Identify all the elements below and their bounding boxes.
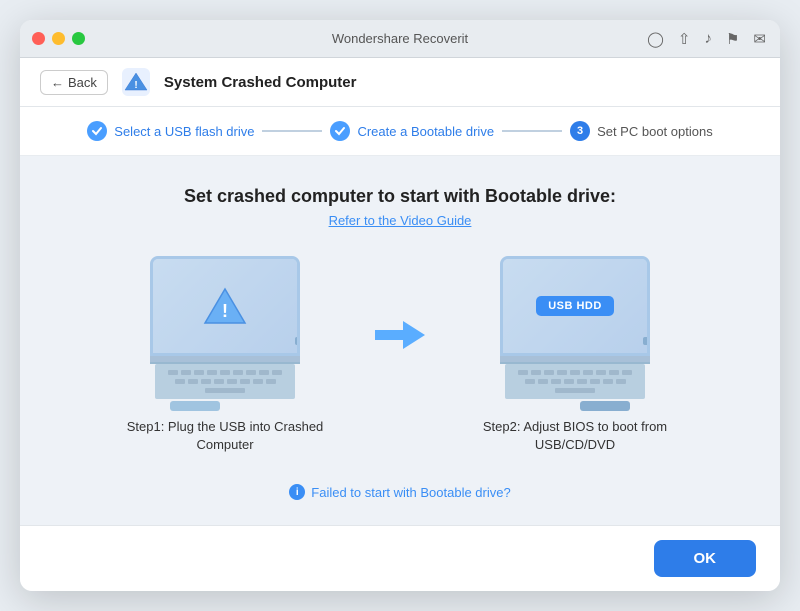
- warning-triangle-icon: !: [203, 287, 247, 325]
- step1-block: !: [115, 256, 335, 454]
- step-3-check: 3: [570, 121, 590, 141]
- step1-caption: Step1: Plug the USB into Crashed Compute…: [115, 418, 335, 454]
- ok-button[interactable]: OK: [654, 540, 757, 577]
- info-icon: i: [289, 484, 305, 500]
- minimize-button[interactable]: [52, 32, 65, 45]
- laptop-2-screen: USB HDD: [500, 256, 650, 356]
- back-button[interactable]: ← Back: [40, 70, 108, 95]
- arrow-connector: [375, 317, 425, 353]
- system-crashed-icon: !: [122, 68, 150, 96]
- step-2-label: Create a Bootable drive: [357, 124, 494, 139]
- check-icon: [91, 125, 103, 137]
- laptop-2-keyboard: [505, 364, 645, 399]
- header-bar: ← Back ! System Crashed Computer: [20, 58, 780, 107]
- headset-icon[interactable]: ♪: [704, 30, 712, 47]
- title-bar-icons: ◯ ⇧ ♪ ⚑ ✉: [647, 30, 766, 48]
- shield-icon[interactable]: ⚑: [726, 30, 739, 48]
- step2-block: USB HDD: [465, 256, 685, 454]
- failed-link-label: Failed to start with Bootable drive?: [311, 485, 510, 500]
- svg-text:!: !: [222, 301, 228, 321]
- step-line-2: [502, 130, 562, 132]
- svg-text:!: !: [134, 80, 137, 91]
- laptop-1-illustration: !: [135, 256, 315, 406]
- failed-link[interactable]: i Failed to start with Bootable drive?: [289, 484, 510, 500]
- steps-illustration: !: [60, 256, 740, 454]
- steps-bar: Select a USB flash drive Create a Bootab…: [20, 107, 780, 156]
- content-area: Set crashed computer to start with Boota…: [20, 156, 780, 525]
- check-icon-2: [334, 125, 346, 137]
- title-bar: Wondershare Recoverit ◯ ⇧ ♪ ⚑ ✉: [20, 20, 780, 58]
- step2-caption: Step2: Adjust BIOS to boot from USB/CD/D…: [465, 418, 685, 454]
- main-title: Set crashed computer to start with Boota…: [184, 186, 616, 207]
- back-arrow-icon: ←: [51, 75, 64, 90]
- page-title: System Crashed Computer: [164, 74, 357, 91]
- maximize-button[interactable]: [72, 32, 85, 45]
- arrow-icon: [375, 317, 425, 353]
- traffic-lights: [32, 32, 85, 45]
- laptop-1-screen: !: [150, 256, 300, 356]
- step-3-label: Set PC boot options: [597, 124, 713, 139]
- upload-icon[interactable]: ⇧: [678, 30, 691, 48]
- laptop-2-illustration: USB HDD: [485, 256, 665, 406]
- step-2: Create a Bootable drive: [330, 121, 494, 141]
- video-guide-link[interactable]: Refer to the Video Guide: [329, 213, 472, 228]
- mail-icon[interactable]: ✉: [753, 30, 766, 48]
- step-1: Select a USB flash drive: [87, 121, 254, 141]
- laptop-1-keyboard: [155, 364, 295, 399]
- bottom-bar: OK: [20, 525, 780, 591]
- step-1-check: [87, 121, 107, 141]
- main-window: Wondershare Recoverit ◯ ⇧ ♪ ⚑ ✉ ← Back !…: [20, 20, 780, 591]
- step-line-1: [262, 130, 322, 132]
- step-1-label: Select a USB flash drive: [114, 124, 254, 139]
- close-button[interactable]: [32, 32, 45, 45]
- usb-hdd-badge: USB HDD: [536, 296, 614, 316]
- step-2-check: [330, 121, 350, 141]
- app-title: Wondershare Recoverit: [332, 31, 468, 46]
- step-3: 3 Set PC boot options: [570, 121, 713, 141]
- person-icon[interactable]: ◯: [647, 30, 664, 48]
